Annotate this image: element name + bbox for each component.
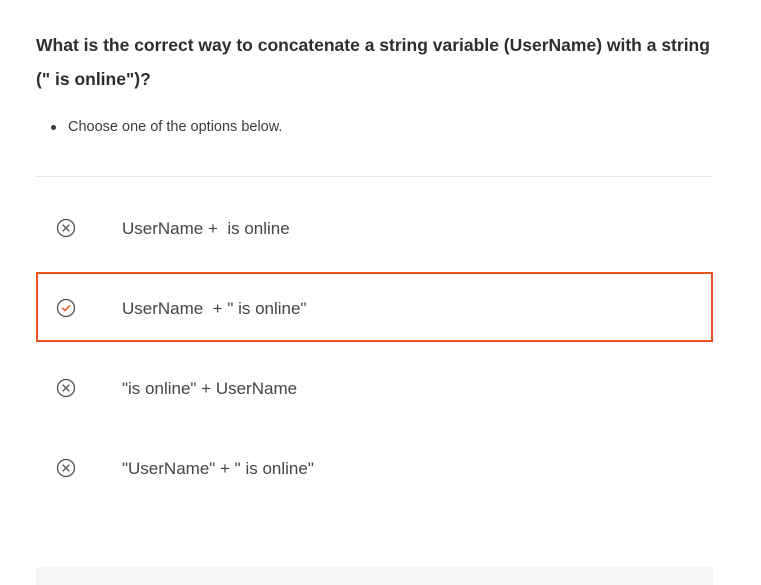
instructions-list: Choose one of the options below.: [36, 116, 282, 138]
bullet-icon: [51, 125, 56, 130]
answer-option-1[interactable]: UserName + is online: [36, 192, 713, 262]
footer-bar: [36, 567, 713, 585]
check-circle-icon: [56, 298, 76, 318]
x-circle-icon: [56, 218, 76, 238]
answer-option-label: UserName + " is online": [122, 299, 307, 318]
answer-option-label: "UserName" + " is online": [122, 459, 314, 478]
answer-option-2[interactable]: UserName + " is online": [36, 272, 713, 342]
divider: [36, 176, 713, 177]
answer-options: UserName + is online UserName + " is onl…: [36, 192, 713, 512]
answer-option-label: UserName + is online: [122, 219, 290, 238]
answer-option-3[interactable]: "is online" + UserName: [36, 352, 713, 422]
instruction-text: Choose one of the options below.: [68, 119, 283, 135]
quiz-page: What is the correct way to concatenate a…: [0, 0, 761, 585]
x-circle-icon: [56, 378, 76, 398]
question-text: What is the correct way to concatenate a…: [36, 35, 710, 89]
x-circle-icon: [56, 458, 76, 478]
instruction-item: Choose one of the options below.: [36, 116, 282, 138]
answer-option-label: "is online" + UserName: [122, 379, 298, 398]
answer-option-4[interactable]: "UserName" + " is online": [36, 432, 713, 502]
